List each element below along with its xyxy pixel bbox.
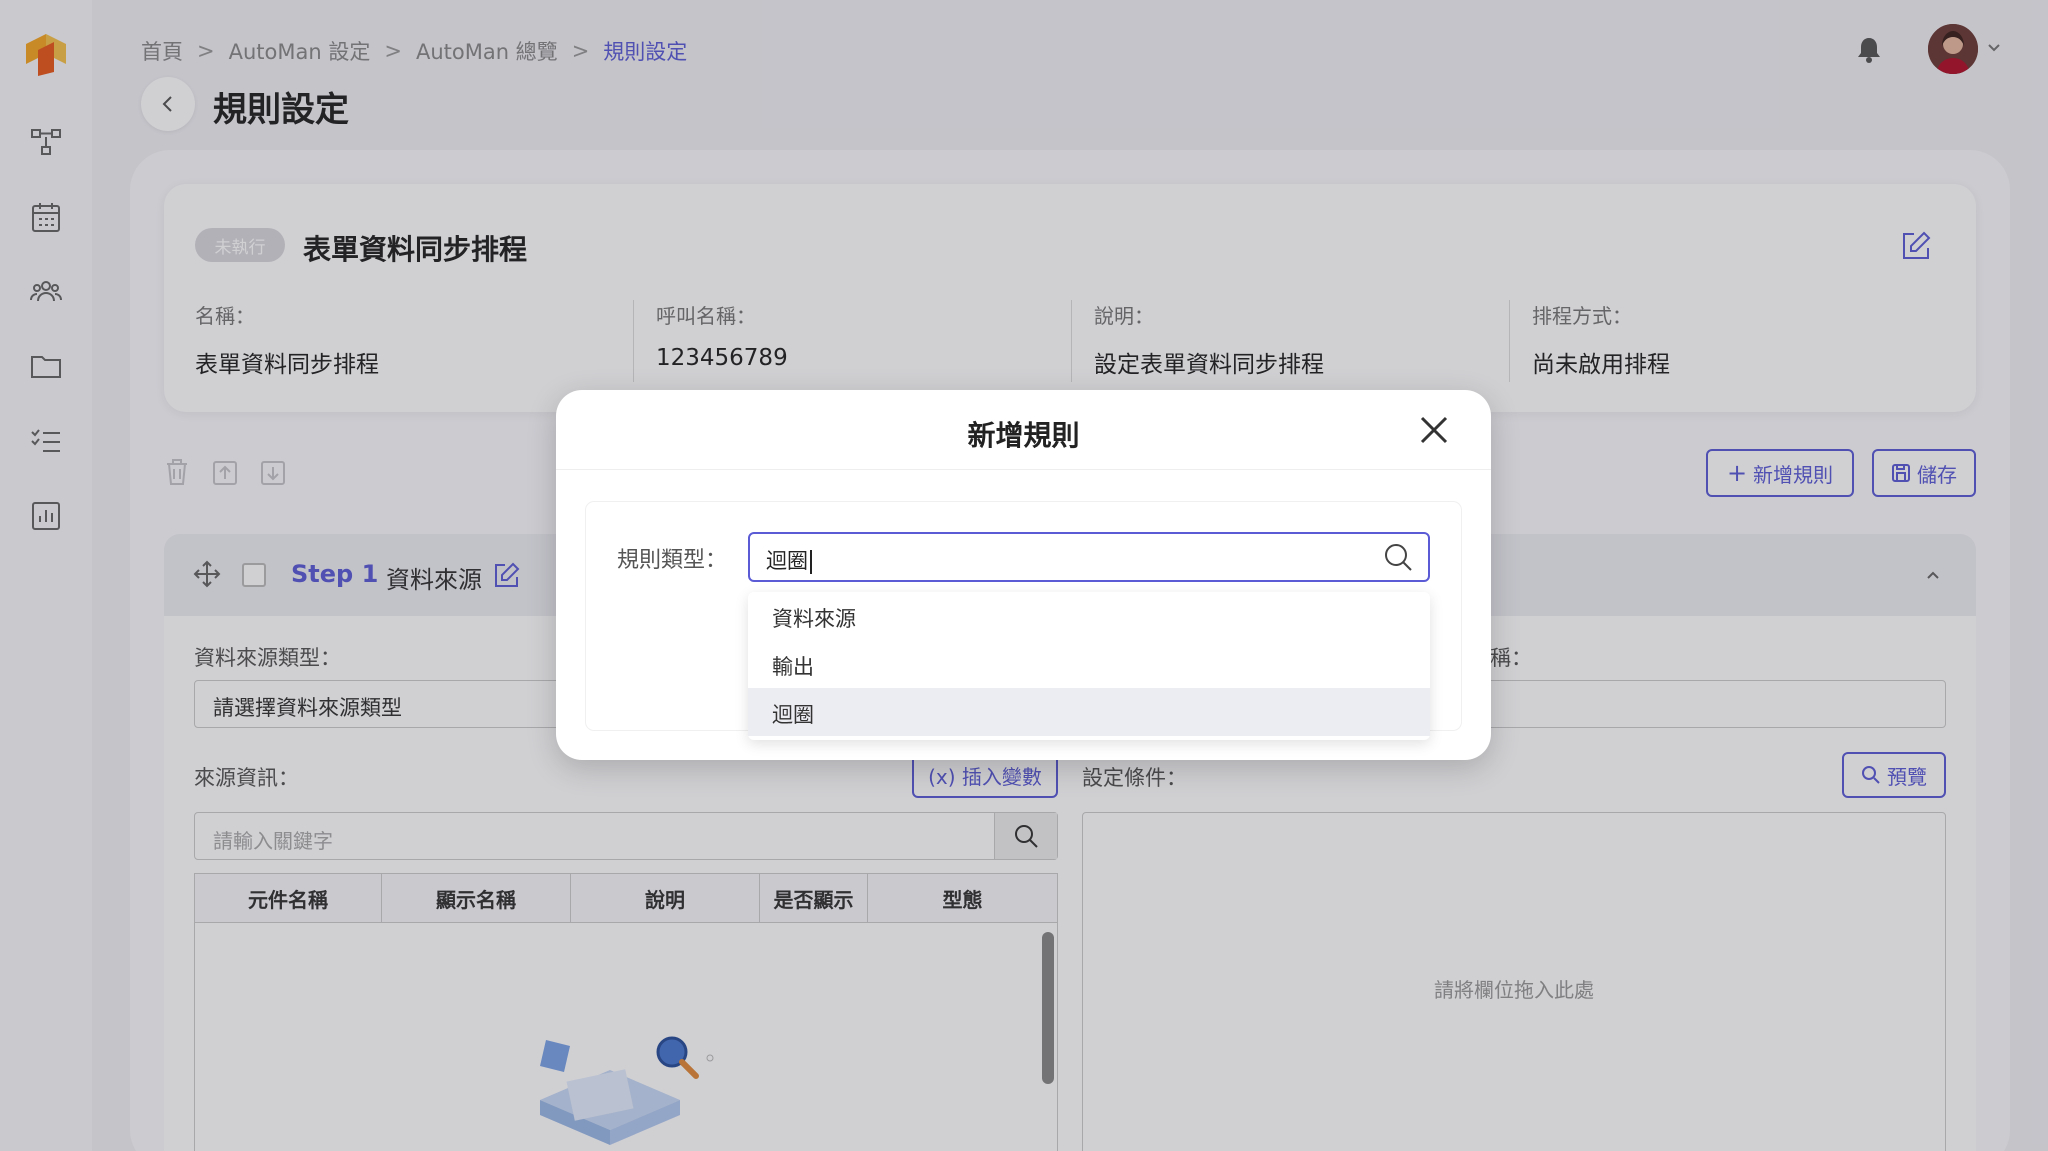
dropdown-option[interactable]: 輸出 bbox=[748, 640, 1430, 688]
close-icon[interactable] bbox=[1416, 412, 1452, 448]
rule-type-input[interactable]: 迴圈 bbox=[748, 532, 1430, 582]
rule-type-dropdown: 資料來源 輸出 迴圈 bbox=[748, 592, 1430, 740]
modal-title: 新增規則 bbox=[967, 419, 1080, 452]
dropdown-option[interactable]: 資料來源 bbox=[748, 592, 1430, 640]
rule-type-label: 規則類型： bbox=[617, 548, 728, 573]
text-cursor bbox=[810, 550, 812, 574]
search-icon[interactable] bbox=[1383, 542, 1413, 572]
dropdown-option-highlighted[interactable]: 迴圈 bbox=[748, 688, 1430, 736]
rule-type-value: 迴圈 bbox=[766, 549, 808, 573]
